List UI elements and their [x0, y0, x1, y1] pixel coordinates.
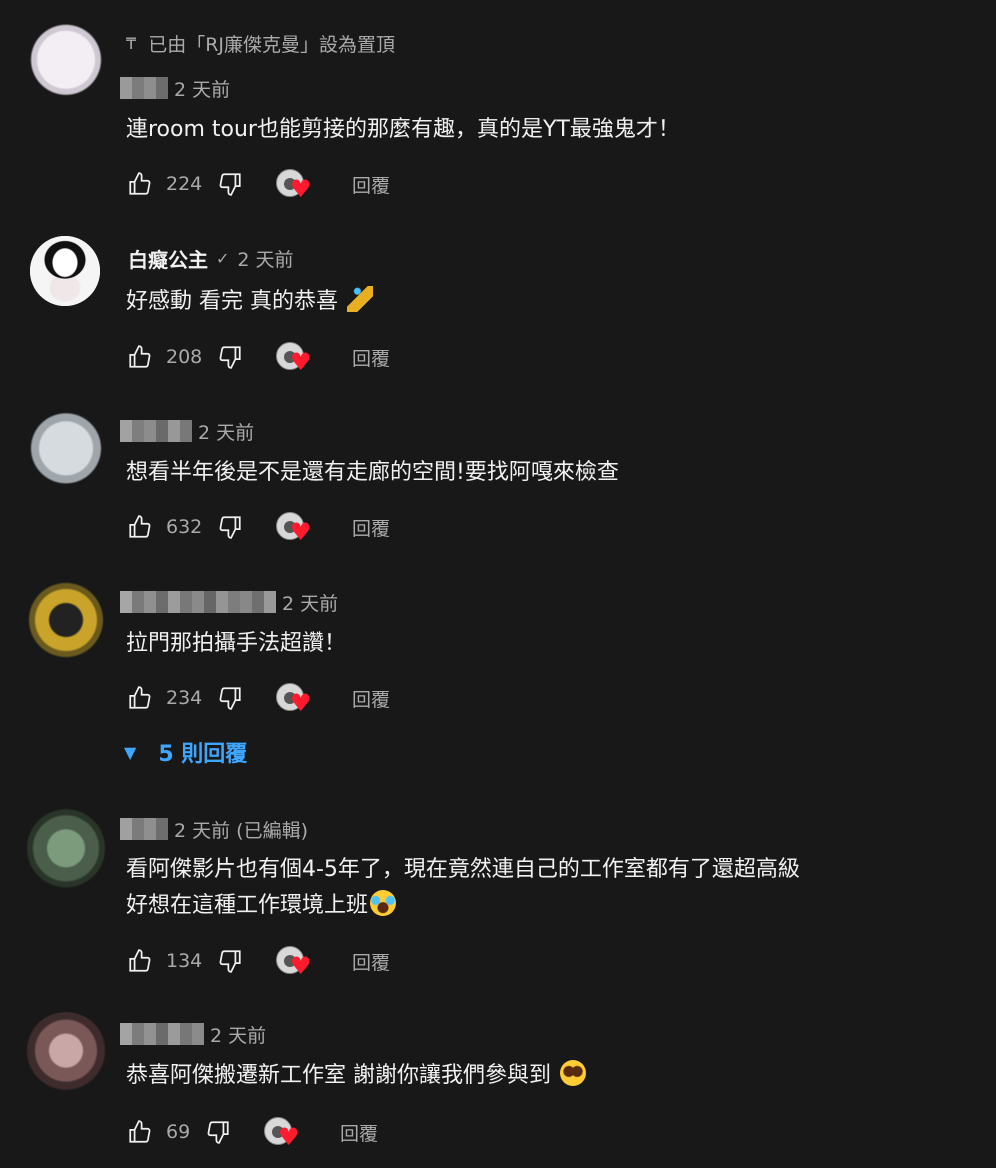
like-count: 134: [166, 950, 203, 972]
like-count: 632: [166, 516, 203, 538]
author-name-blurred[interactable]: [120, 591, 276, 613]
comment-actions: 234 ♥ 回覆: [126, 681, 390, 715]
thumbs-up-icon: [129, 686, 151, 709]
dislike-button[interactable]: [204, 1118, 232, 1146]
thumbs-down-icon: [219, 173, 241, 196]
comment-text: 好感動 看完 真的恭喜: [126, 284, 373, 320]
reply-button[interactable]: 回覆: [352, 948, 390, 975]
creator-heart-badge: ♥: [276, 167, 316, 201]
like-count: 224: [166, 173, 203, 195]
like-button[interactable]: [126, 343, 154, 371]
heart-icon: ♥: [290, 689, 312, 717]
comment-text: 拉門那拍攝手法超讚！: [126, 631, 347, 656]
comment-time[interactable]: 2 天前: [210, 1021, 266, 1048]
creator-heart-badge: ♥: [276, 340, 316, 374]
author-name[interactable]: 白癡公主: [128, 244, 208, 273]
like-count: 234: [166, 687, 203, 709]
author-name-blurred[interactable]: [120, 420, 192, 442]
dislike-button[interactable]: [216, 343, 244, 371]
pinned-banner: ₸ 已由「RJ廉傑克曼」設為置頂: [126, 30, 395, 57]
comment-actions: 208 ♥ 回覆: [126, 340, 390, 374]
comment-text: 看阿傑影片也有個4-5年了，現在竟然連自己的工作室都有了還超高級 好想在這種工作…: [126, 852, 800, 924]
comment-actions: 224 ♥ 回覆: [126, 167, 390, 201]
thumbs-up-icon: [129, 345, 151, 368]
creator-heart-badge: ♥: [276, 510, 316, 544]
avatar[interactable]: [24, 22, 108, 106]
pleading-face-emoji: [560, 1060, 586, 1086]
avatar[interactable]: [24, 808, 108, 892]
pin-icon: ₸: [126, 34, 137, 53]
reply-button[interactable]: 回覆: [352, 685, 390, 712]
comment-time[interactable]: 2 天前: [198, 418, 254, 445]
view-replies-button[interactable]: ▼ 5 則回覆: [124, 736, 247, 768]
author-name-blurred[interactable]: [120, 1023, 204, 1045]
thumbs-down-icon: [219, 346, 241, 369]
like-button[interactable]: [126, 947, 154, 975]
creator-heart-badge: ♥: [264, 1115, 304, 1149]
creator-heart-badge: ♥: [276, 944, 316, 978]
laughing-tears-emoji: [370, 890, 397, 916]
comment-time[interactable]: 2 天前: [237, 245, 293, 272]
like-button[interactable]: [126, 684, 154, 712]
comment-header: 2 天前: [120, 588, 338, 616]
comment-text-content: 恭喜阿傑搬遷新工作室 謝謝你讓我們參與到: [126, 1063, 551, 1088]
comment-text-line-1: 看阿傑影片也有個4-5年了，現在竟然連自己的工作室都有了還超高級: [126, 857, 800, 882]
view-replies-label: 5 則回覆: [158, 742, 248, 767]
dislike-button[interactable]: [216, 170, 244, 198]
heart-icon: ♥: [278, 1123, 300, 1151]
like-count: 208: [166, 346, 203, 368]
caret-down-icon: ▼: [124, 742, 137, 762]
reply-button[interactable]: 回覆: [352, 514, 390, 541]
reply-button[interactable]: 回覆: [340, 1119, 378, 1146]
reply-button[interactable]: 回覆: [352, 171, 390, 198]
avatar[interactable]: [30, 236, 100, 306]
comment-header: 白癡公主 ✓ 2 天前: [120, 244, 294, 272]
comment-text-line-2: 好想在這種工作環境上班: [126, 893, 369, 918]
comment-header: 2 天前: [120, 1020, 266, 1048]
thumbs-down-icon: [219, 950, 241, 973]
author-name-blurred[interactable]: [120, 818, 168, 840]
heart-icon: ♥: [290, 952, 312, 980]
thumbs-up-icon: [129, 1120, 151, 1143]
like-button[interactable]: [126, 170, 154, 198]
creator-heart-badge: ♥: [276, 681, 316, 715]
avatar[interactable]: [24, 408, 108, 492]
comment-actions: 632 ♥ 回覆: [126, 510, 390, 544]
comment-header: 2 天前 (已編輯): [120, 815, 308, 843]
avatar[interactable]: [24, 578, 108, 662]
party-popper-emoji: [347, 286, 373, 312]
comment-text: 想看半年後是不是還有走廊的空間!要找阿嘎來檢查: [126, 460, 619, 485]
thumbs-up-icon: [129, 515, 151, 538]
verified-check-icon: ✓: [216, 248, 230, 268]
thumbs-down-icon: [219, 687, 241, 710]
heart-icon: ♥: [290, 175, 312, 203]
thumbs-up-icon: [129, 172, 151, 195]
comment-time[interactable]: 2 天前: [282, 589, 338, 616]
author-name-blurred[interactable]: [120, 77, 168, 99]
comment-header: 2 天前: [120, 74, 230, 102]
like-count: 69: [166, 1121, 191, 1143]
avatar[interactable]: [24, 1012, 108, 1096]
pinned-text: 已由「RJ廉傑克曼」設為置頂: [148, 34, 395, 56]
comment-time[interactable]: 2 天前 (已編輯): [174, 816, 308, 843]
reply-button[interactable]: 回覆: [352, 344, 390, 371]
thumbs-down-icon: [219, 516, 241, 539]
comment-text: 連room tour也能剪接的那麼有趣，真的是YT最強鬼才！: [126, 117, 680, 142]
comment-text: 恭喜阿傑搬遷新工作室 謝謝你讓我們參與到: [126, 1058, 586, 1094]
like-button[interactable]: [126, 1118, 154, 1146]
comment-actions: 134 ♥ 回覆: [126, 944, 390, 978]
comment-text-content: 好感動 看完 真的恭喜: [126, 289, 338, 314]
thumbs-down-icon: [207, 1121, 229, 1144]
thumbs-up-icon: [129, 949, 151, 972]
comment-actions: 69 ♥ 回覆: [126, 1115, 378, 1149]
dislike-button[interactable]: [216, 684, 244, 712]
comment-header: 2 天前: [120, 417, 254, 445]
dislike-button[interactable]: [216, 947, 244, 975]
comment-time[interactable]: 2 天前: [174, 75, 230, 102]
heart-icon: ♥: [290, 348, 312, 376]
like-button[interactable]: [126, 513, 154, 541]
dislike-button[interactable]: [216, 513, 244, 541]
heart-icon: ♥: [290, 518, 312, 546]
